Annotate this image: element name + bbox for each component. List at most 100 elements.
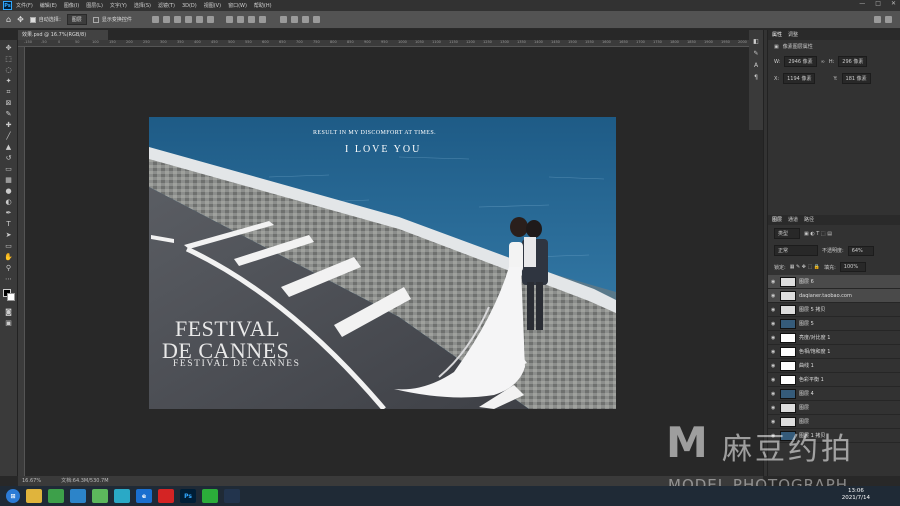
character-panel-icon[interactable]: A [754,62,758,69]
menu-select[interactable]: 选择(S) [134,2,151,9]
player-icon[interactable] [92,489,108,503]
align-bottom-icon[interactable] [206,16,214,23]
layer-row[interactable]: ◉ 图层 4 [768,387,900,401]
browser-icon[interactable]: e [136,489,152,503]
paragraph-panel-icon[interactable]: ¶ [754,74,758,81]
path-select-icon[interactable]: ➤ [4,231,13,239]
align-left-icon[interactable] [151,16,159,23]
eraser-icon[interactable]: ▭ [4,165,13,173]
lasso-icon[interactable]: ◌ [4,66,13,74]
layer-row[interactable]: ◉ 图层 5 拷贝 [768,303,900,317]
show-transform-checkbox[interactable] [92,16,99,23]
menu-layer[interactable]: 图层(L) [86,2,103,9]
cinema4d-icon[interactable] [224,489,240,503]
align-center-icon[interactable] [162,16,170,23]
distribute-3-icon[interactable] [247,16,255,23]
fill-field[interactable]: 100% [839,262,866,272]
layer-row[interactable]: ◉ 图层 [768,401,900,415]
eye-icon[interactable]: ◉ [771,349,777,355]
wechat-icon[interactable] [202,489,218,503]
layer-row[interactable]: ◉ daqianer.taobao.com [768,289,900,303]
align-top-icon[interactable] [184,16,192,23]
marquee-icon[interactable]: ⬚ [4,55,13,63]
wand-icon[interactable]: ✦ [4,77,13,85]
history-panel-icon[interactable]: ◧ [753,38,759,45]
explorer-icon[interactable] [26,489,42,503]
align-right-icon[interactable] [173,16,181,23]
photoshop-taskbar-icon[interactable]: Ps [180,489,196,503]
document-image[interactable]: RESULT IN MY DISCOMFORT AT TIMES. I LOVE… [149,117,616,409]
brush-icon[interactable]: ╱ [4,132,13,140]
menu-type[interactable]: 文字(Y) [110,2,127,9]
menu-3d[interactable]: 3D(D) [182,3,197,9]
start-button-icon[interactable]: ⊞ [6,489,20,503]
network-icon[interactable] [114,489,130,503]
pen-icon[interactable]: ✒ [4,209,13,217]
eye-icon[interactable]: ◉ [771,377,777,383]
shape-icon[interactable]: ▭ [4,242,13,250]
distribute-icon[interactable] [225,16,233,23]
menu-filter[interactable]: 滤镜(T) [158,2,175,9]
eye-icon[interactable]: ◉ [771,279,777,285]
opacity-field[interactable]: 64% [847,245,874,256]
menu-file[interactable]: 文件(F) [16,2,33,9]
layer-row[interactable]: ◉ 图层 [768,415,900,429]
frame-icon[interactable]: ⊠ [4,99,13,107]
tab-paths[interactable]: 路径 [804,215,814,225]
home-icon[interactable]: ⌂ [6,15,11,24]
close-icon[interactable]: ✕ [891,0,896,7]
healing-icon[interactable]: ✚ [4,121,13,129]
y-field[interactable]: 181 像素 [841,73,871,84]
search-icon[interactable] [874,16,881,23]
menu-edit[interactable]: 编辑(E) [40,2,57,9]
eye-icon[interactable]: ◉ [771,419,777,425]
tab-adjustments[interactable]: 调整 [788,30,798,40]
eye-icon[interactable]: ◉ [771,293,777,299]
brush-panel-icon[interactable]: ✎ [753,50,758,57]
text-icon[interactable]: T [4,220,13,228]
eye-icon[interactable]: ◉ [771,321,777,327]
move-icon[interactable]: ✥ [4,44,13,52]
hand-icon[interactable]: ✋ [4,253,13,261]
blend-mode-select[interactable]: 正常 [774,245,818,256]
layer-kind-filter[interactable]: 类型 [774,228,800,239]
layer-row[interactable]: ◉ 亮度/对比度 1 [768,331,900,345]
media-icon[interactable] [70,489,86,503]
more-tools-icon[interactable]: ⋯ [4,275,13,283]
color-swatches[interactable] [2,289,15,301]
history-brush-icon[interactable]: ↺ [4,154,13,162]
tab-channels[interactable]: 通道 [788,215,798,225]
eye-icon[interactable]: ◉ [771,391,777,397]
app-icon[interactable] [48,489,64,503]
eye-icon[interactable]: ◉ [771,335,777,341]
auto-select-dropdown[interactable]: 图层 [66,14,87,25]
minimize-icon[interactable]: — [859,0,865,7]
document-tab[interactable]: 效果.psd @ 16.7%(RGB/8) [18,30,108,40]
layer-row[interactable]: ◉ 图层 6 [768,275,900,289]
menu-help[interactable]: 帮助(H) [254,2,272,9]
lock-icons[interactable]: ▦ ✎ ✥ ⬚ 🔒 [790,264,820,270]
auto-select-checkbox[interactable] [29,16,36,23]
system-clock[interactable]: 13:06 2021/7/14 [842,488,870,502]
zoom-icon[interactable]: ⚲ [4,264,13,272]
layer-row[interactable]: ◉ 色彩平衡 1 [768,373,900,387]
tab-properties[interactable]: 属性 [772,30,782,40]
layer-row[interactable]: ◉ 色相/饱和度 1 [768,345,900,359]
eye-icon[interactable]: ◉ [771,405,777,411]
link-icon[interactable]: ∞ [821,59,825,65]
maximize-icon[interactable]: □ [875,0,881,7]
x-field[interactable]: 1194 像素 [783,73,816,84]
height-field[interactable]: 296 像素 [838,56,868,67]
blur-icon[interactable]: ● [4,187,13,195]
width-field[interactable]: 2946 像素 [784,56,817,67]
zoom-level[interactable]: 16.67% [22,476,41,486]
distribute-4-icon[interactable] [258,16,266,23]
eye-icon[interactable]: ◉ [771,363,777,369]
crop-icon[interactable]: ⌗ [4,88,13,96]
3d-pan-icon[interactable] [301,16,309,23]
eye-icon[interactable]: ◉ [771,433,777,439]
3d-mode-icon[interactable] [279,16,287,23]
layer-row[interactable]: ◉ 图层 5 [768,317,900,331]
3d-rotate-icon[interactable] [290,16,298,23]
eyedropper-icon[interactable]: ✎ [4,110,13,118]
